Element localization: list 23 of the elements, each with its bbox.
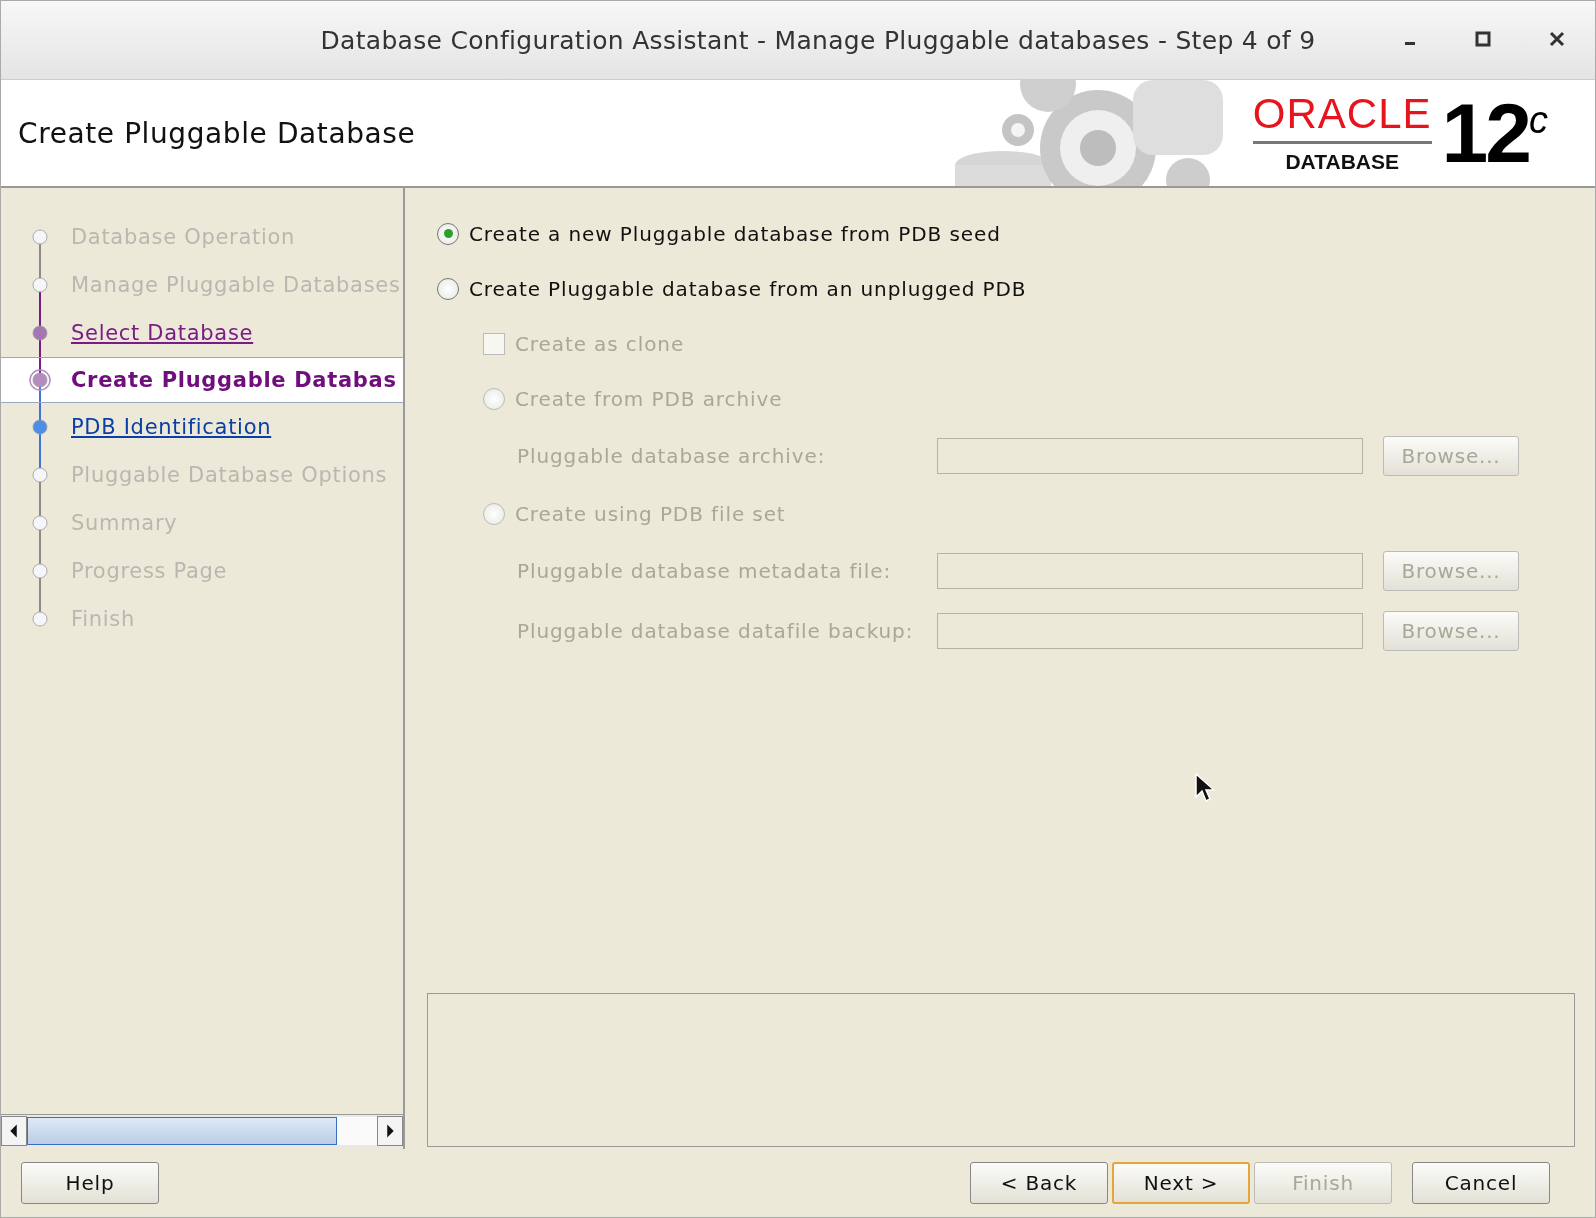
radio-option[interactable]: Create a new Pluggable database from PDB seed <box>425 206 1575 261</box>
page-title: Create Pluggable Database <box>18 116 417 150</box>
wizard-button[interactable]: < Back <box>970 1162 1108 1204</box>
close-icon[interactable] <box>1549 31 1565 47</box>
wizard-button[interactable]: Next > <box>1112 1162 1250 1204</box>
window-title: Database Configuration Assistant - Manage Pluggable databases - Step 4 of 9 <box>320 25 1316 55</box>
radio-option[interactable]: Create Pluggable database from an unplugged PDB <box>425 261 1575 316</box>
logo-wordmark: ORACLE <box>1252 92 1432 144</box>
maximize-icon[interactable] <box>1475 31 1491 47</box>
mouse-pointer-icon <box>1195 773 1215 803</box>
horizontal-scrollbar[interactable] <box>1 1114 403 1147</box>
logo-version: 12$^{c}$ <box>1441 91 1545 175</box>
field-label: Pluggable database archive: <box>517 444 827 468</box>
step-label[interactable]: PDB Identification <box>71 415 272 439</box>
step-label: Create Pluggable Databas <box>71 368 397 392</box>
field-label: Pluggable database metadata file: <box>517 559 893 583</box>
step-label[interactable]: Select Database <box>71 321 254 345</box>
help-button[interactable]: Help <box>21 1162 159 1204</box>
field-label: Pluggable database datafile backup: <box>517 619 915 643</box>
scroll-right-icon[interactable] <box>377 1116 403 1146</box>
wizard-button[interactable]: Cancel <box>1412 1162 1550 1204</box>
logo-product: DATABASE <box>1285 149 1399 174</box>
scroll-left-icon[interactable] <box>1 1116 27 1146</box>
